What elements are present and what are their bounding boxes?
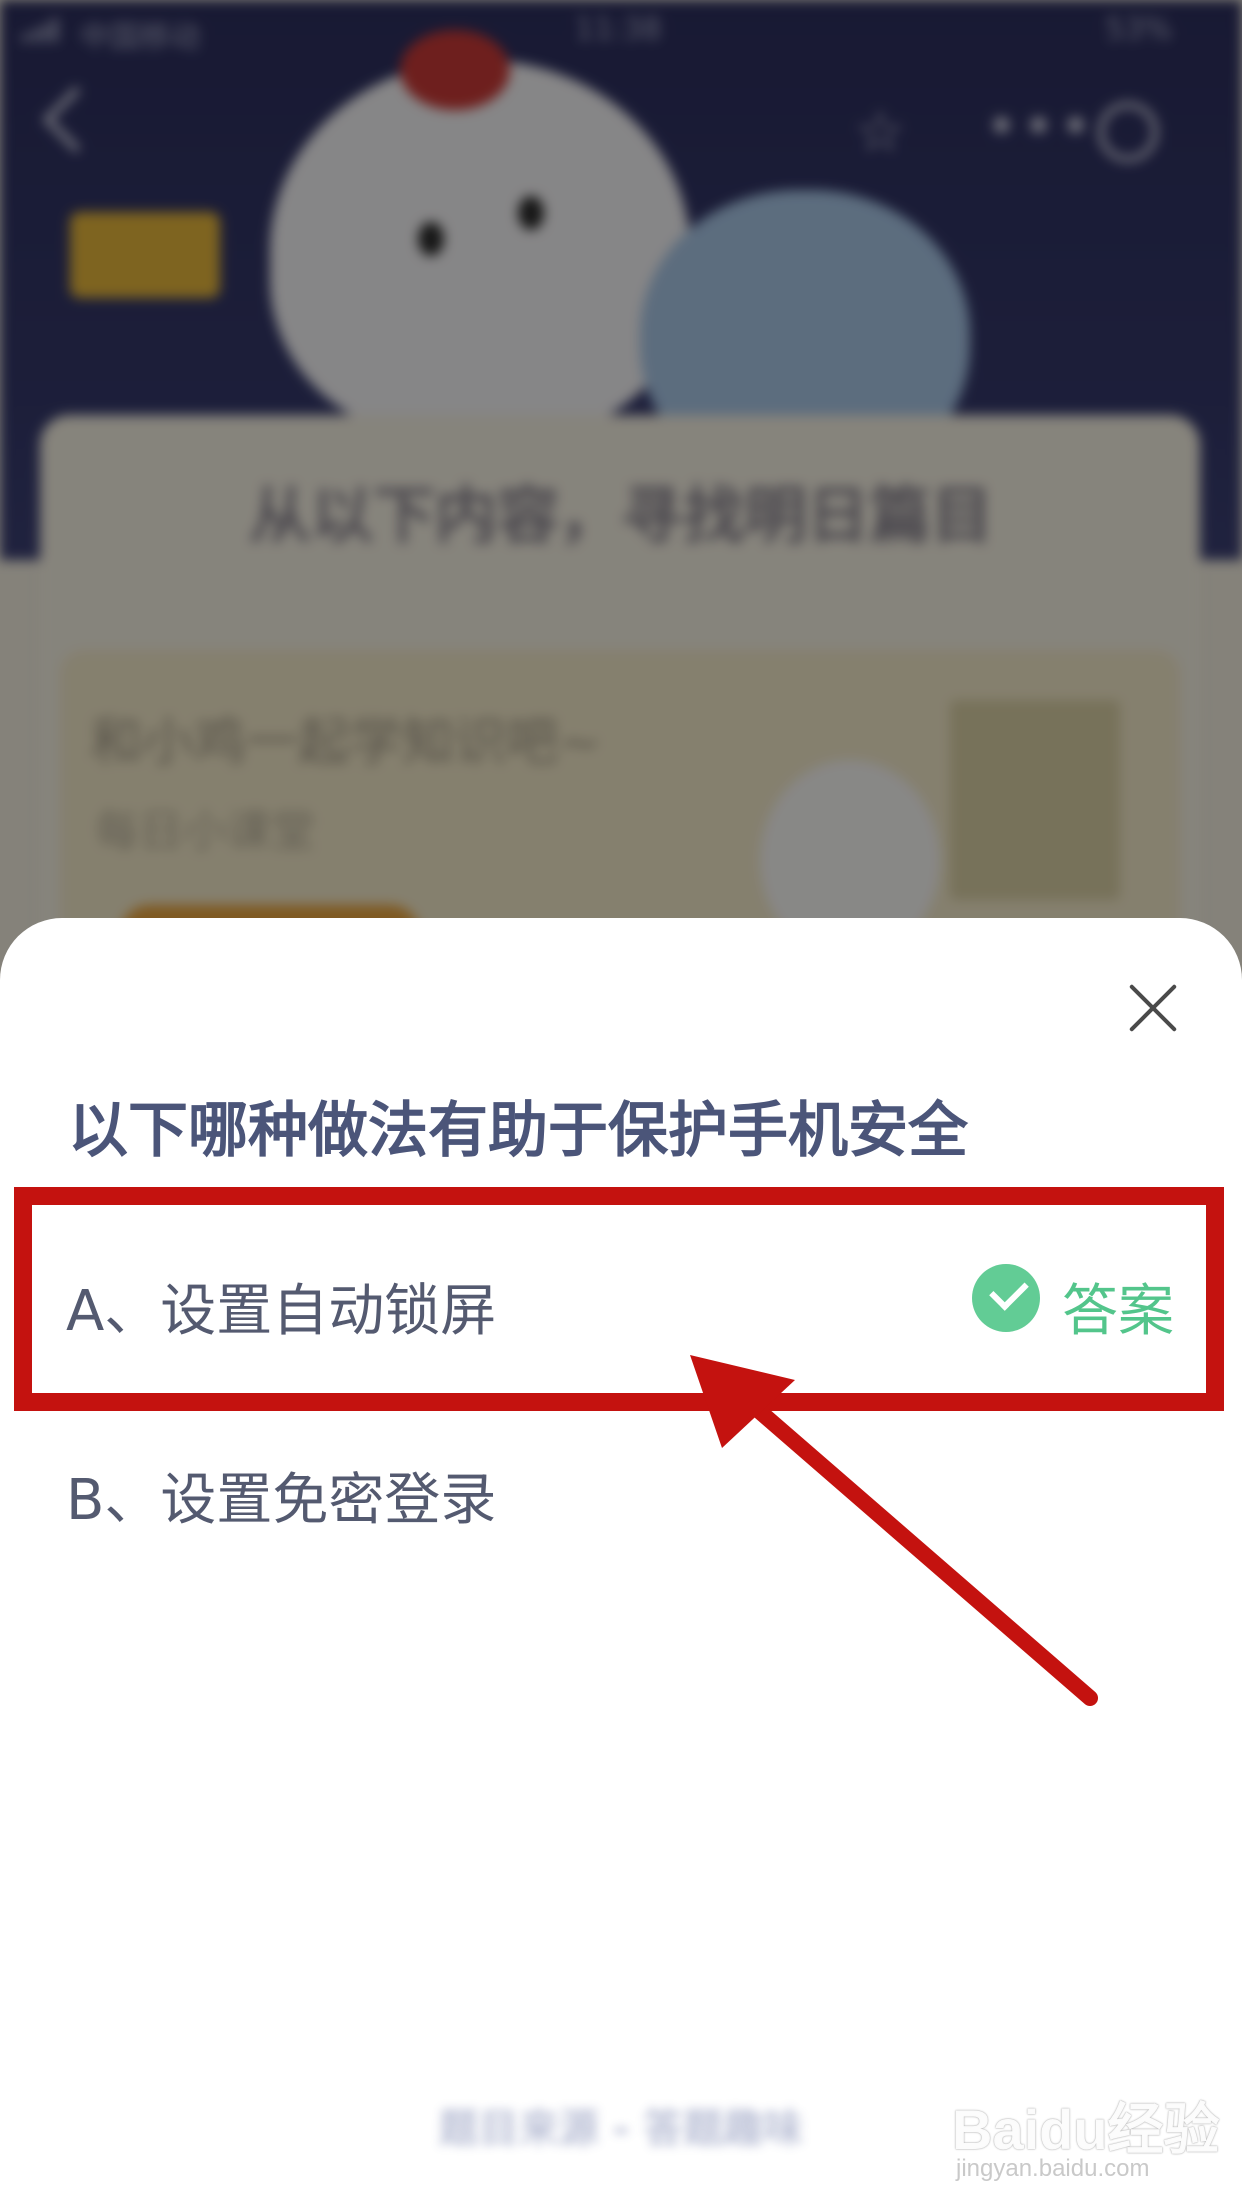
option-b-label: B、设置免密登录 [66, 1468, 497, 1533]
baidu-watermark: Baidu经验 jingyan.baidu.com [952, 2085, 1222, 2195]
quiz-question: 以下哪种做法有助于保护手机安全 [68, 1096, 968, 1166]
watermark-url: jingyan.baidu.com [956, 2155, 1150, 2182]
watermark-brand: Baidu经验 [952, 2098, 1220, 2161]
highlight-box [14, 1187, 1224, 1411]
close-button[interactable] [1118, 974, 1188, 1044]
option-b[interactable]: B、设置免密登录 [0, 1405, 1242, 1585]
